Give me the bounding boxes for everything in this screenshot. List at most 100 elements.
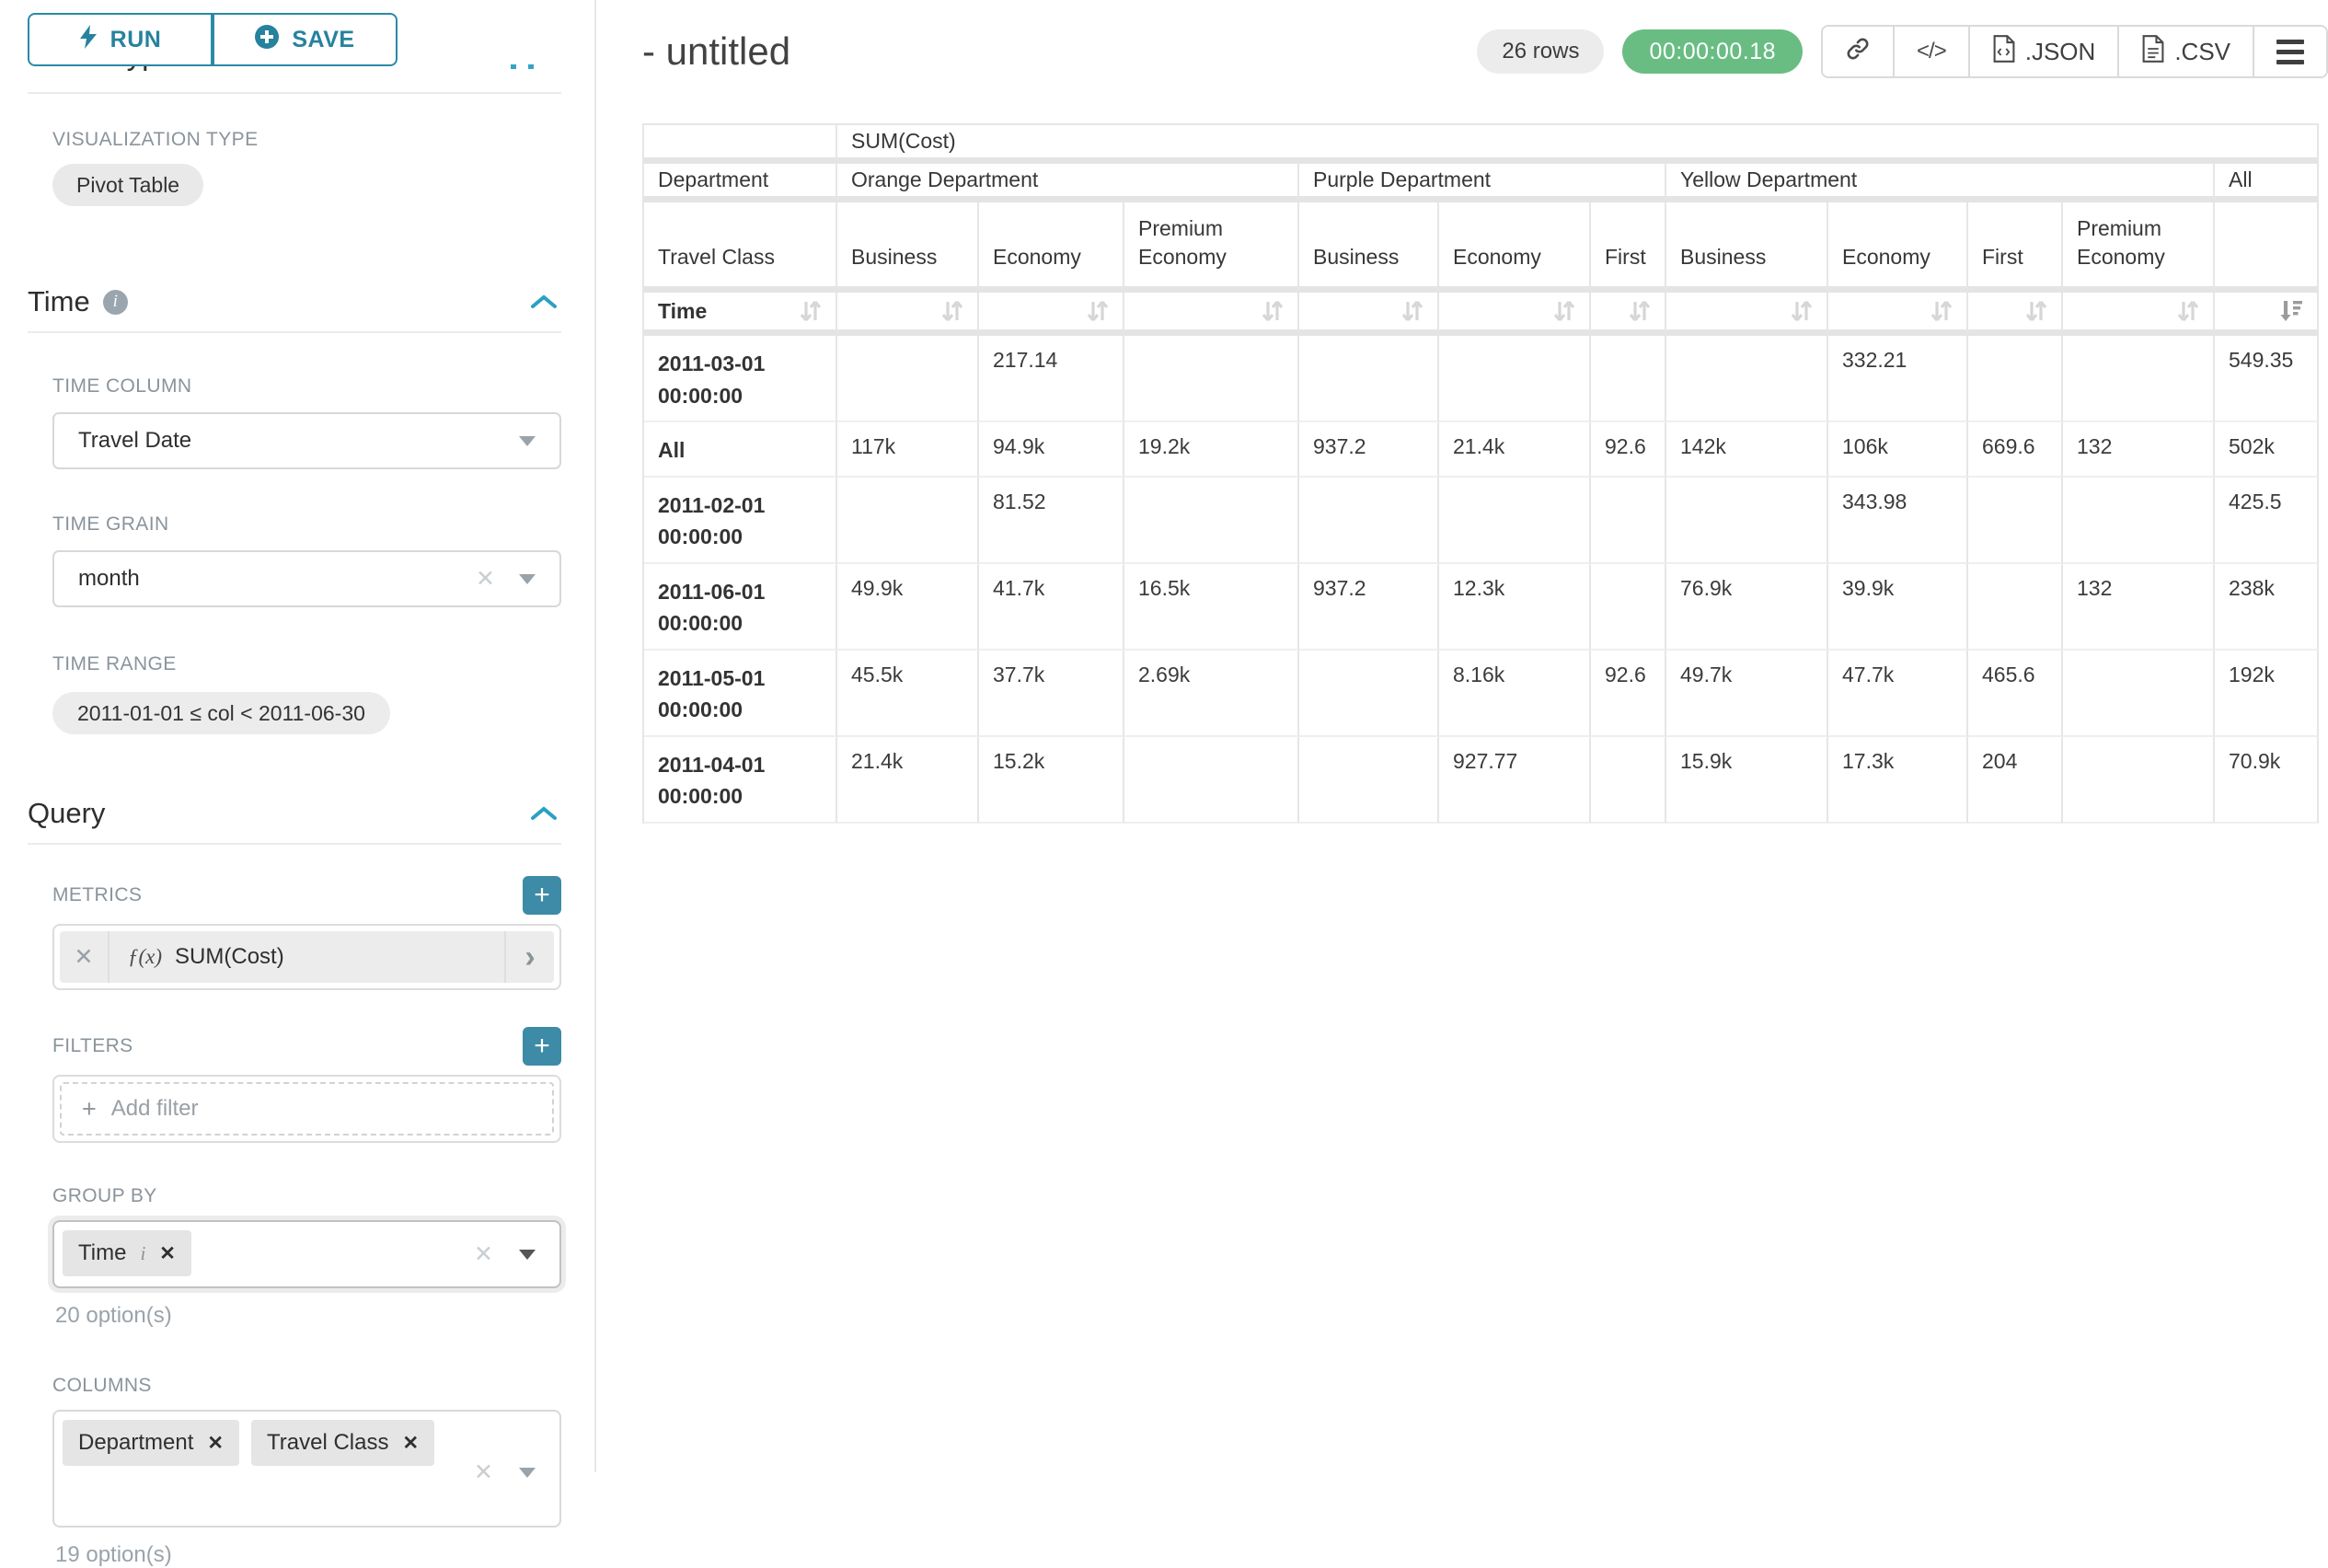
caret-down-icon — [519, 1468, 536, 1478]
pivot-class-header[interactable]: Economy — [979, 202, 1124, 293]
chip-label: Travel Class — [267, 1430, 388, 1456]
chart-title[interactable]: - untitled — [642, 29, 790, 74]
clear-icon[interactable]: ✕ — [474, 1458, 493, 1486]
remove-chip-icon[interactable]: ✕ — [402, 1432, 419, 1455]
pivot-sort-header[interactable] — [1124, 293, 1299, 336]
menu-icon — [2276, 40, 2304, 64]
pivot-cell: 425.5 — [2215, 478, 2319, 564]
pivot-class-header[interactable]: First — [1591, 202, 1666, 293]
view-query-button[interactable]: </> — [1893, 27, 1968, 76]
pivot-class-header[interactable]: Business — [1666, 202, 1828, 293]
pivot-metric-header: SUM(Cost) — [837, 125, 2319, 164]
add-filter-button[interactable]: + Add filter — [60, 1082, 554, 1136]
remove-chip-icon[interactable]: ✕ — [159, 1242, 176, 1265]
time-section-header[interactable]: Time i — [28, 285, 561, 318]
pivot-cell — [2063, 336, 2215, 422]
pivot-class-header[interactable] — [2215, 202, 2319, 293]
pivot-class-header[interactable]: First — [1968, 202, 2063, 293]
pivot-cell: 343.98 — [1828, 478, 1968, 564]
sort-icon[interactable] — [1400, 298, 1430, 324]
pivot-time-dim-header[interactable]: Time — [644, 293, 837, 336]
sort-icon[interactable] — [2176, 298, 2206, 324]
pivot-class-header[interactable]: Business — [837, 202, 979, 293]
columns-select[interactable]: Department ✕ Travel Class ✕ ✕ — [52, 1410, 561, 1528]
chevron-up-icon[interactable] — [530, 805, 558, 822]
group-by-chip-time[interactable]: Time i ✕ — [63, 1230, 191, 1276]
pivot-sort-header[interactable] — [837, 293, 979, 336]
sort-icon[interactable] — [1790, 298, 1819, 324]
chevron-up-icon[interactable] — [530, 294, 558, 310]
pivot-cell: 332.21 — [1828, 336, 1968, 422]
pivot-group-header[interactable]: Orange Department — [837, 164, 1299, 202]
pivot-class-header[interactable]: Economy — [1828, 202, 1968, 293]
time-grain-select[interactable]: month ✕ — [52, 550, 561, 607]
menu-button[interactable] — [2253, 27, 2326, 76]
visualization-type-value[interactable]: Pivot Table — [52, 164, 203, 206]
pivot-row-label: 2011-02-01 00:00:00 — [644, 478, 837, 564]
sort-icon[interactable] — [940, 298, 970, 324]
sort-icon[interactable] — [1086, 298, 1115, 324]
pivot-cell: 465.6 — [1968, 651, 2063, 737]
columns-chip-department[interactable]: Department ✕ — [63, 1420, 239, 1466]
pivot-cell: 669.6 — [1968, 422, 2063, 478]
pivot-cell: 76.9k — [1666, 564, 1828, 651]
metrics-control: ✕ ƒ(x) SUM(Cost) › — [52, 924, 561, 990]
pivot-group-header[interactable]: Yellow Department — [1666, 164, 2215, 202]
sort-icon[interactable] — [1261, 298, 1290, 324]
export-json-button[interactable]: .JSON — [1968, 27, 2118, 76]
pivot-sort-header[interactable] — [2063, 293, 2215, 336]
query-section-header[interactable]: Query — [28, 797, 561, 830]
add-filter-plus-button[interactable]: + — [523, 1027, 561, 1066]
pivot-cell: 41.7k — [979, 564, 1124, 651]
sort-icon[interactable] — [1930, 298, 1959, 324]
pivot-cell — [1968, 564, 2063, 651]
run-button[interactable]: RUN — [28, 13, 213, 66]
pivot-cell: 106k — [1828, 422, 1968, 478]
pivot-cell: 39.9k — [1828, 564, 1968, 651]
plus-circle-icon — [255, 25, 279, 55]
sort-icon[interactable] — [799, 298, 828, 324]
add-metric-button[interactable]: + — [523, 876, 561, 915]
columns-chip-travel-class[interactable]: Travel Class ✕ — [251, 1420, 434, 1466]
save-button[interactable]: SAVE — [213, 13, 398, 66]
clear-icon[interactable]: ✕ — [474, 1240, 493, 1268]
pivot-sort-header[interactable] — [1666, 293, 1828, 336]
pivot-sort-header[interactable] — [979, 293, 1124, 336]
copy-link-button[interactable] — [1823, 27, 1893, 76]
row-count-badge: 26 rows — [1477, 29, 1604, 74]
pivot-cell: 117k — [837, 422, 979, 478]
group-by-select[interactable]: Time i ✕ ✕ — [52, 1220, 561, 1288]
sort-icon[interactable] — [2024, 298, 2054, 324]
chevron-right-icon[interactable]: › — [504, 931, 554, 983]
pivot-sort-header[interactable] — [1299, 293, 1439, 336]
pivot-data-row: 2011-03-01 00:00:00217.14332.21549.35 — [644, 336, 2319, 422]
pivot-cell: 549.35 — [2215, 336, 2319, 422]
pivot-sort-header[interactable] — [1968, 293, 2063, 336]
clear-icon[interactable]: ✕ — [476, 565, 495, 593]
pivot-sort-header[interactable] — [1439, 293, 1591, 336]
export-csv-button[interactable]: .CSV — [2117, 27, 2253, 76]
pivot-cell: 217.14 — [979, 336, 1124, 422]
sort-icon[interactable] — [1552, 298, 1582, 324]
time-range-value[interactable]: 2011-01-01 ≤ col < 2011-06-30 — [52, 692, 390, 734]
sort-descending-icon[interactable] — [2278, 298, 2310, 324]
pivot-cell: 204 — [1968, 737, 2063, 824]
pivot-cell: 16.5k — [1124, 564, 1299, 651]
remove-metric-icon[interactable]: ✕ — [60, 931, 109, 983]
pivot-class-header[interactable]: Premium Economy — [2063, 202, 2215, 293]
sort-icon[interactable] — [1628, 298, 1657, 324]
pivot-cell — [1299, 651, 1439, 737]
remove-chip-icon[interactable]: ✕ — [207, 1432, 224, 1455]
pivot-cell — [1439, 478, 1591, 564]
export-csv-label: .CSV — [2174, 38, 2230, 66]
pivot-sort-header[interactable] — [2215, 293, 2319, 336]
pivot-group-header[interactable]: Purple Department — [1299, 164, 1666, 202]
pivot-sort-header[interactable] — [1591, 293, 1666, 336]
pivot-class-header[interactable]: Economy — [1439, 202, 1591, 293]
pivot-class-header[interactable]: Business — [1299, 202, 1439, 293]
time-column-select[interactable]: Travel Date — [52, 412, 561, 469]
pivot-group-header[interactable]: All — [2215, 164, 2319, 202]
pivot-sort-header[interactable] — [1828, 293, 1968, 336]
pivot-class-header[interactable]: Premium Economy — [1124, 202, 1299, 293]
metric-pill[interactable]: ✕ ƒ(x) SUM(Cost) › — [60, 931, 554, 983]
